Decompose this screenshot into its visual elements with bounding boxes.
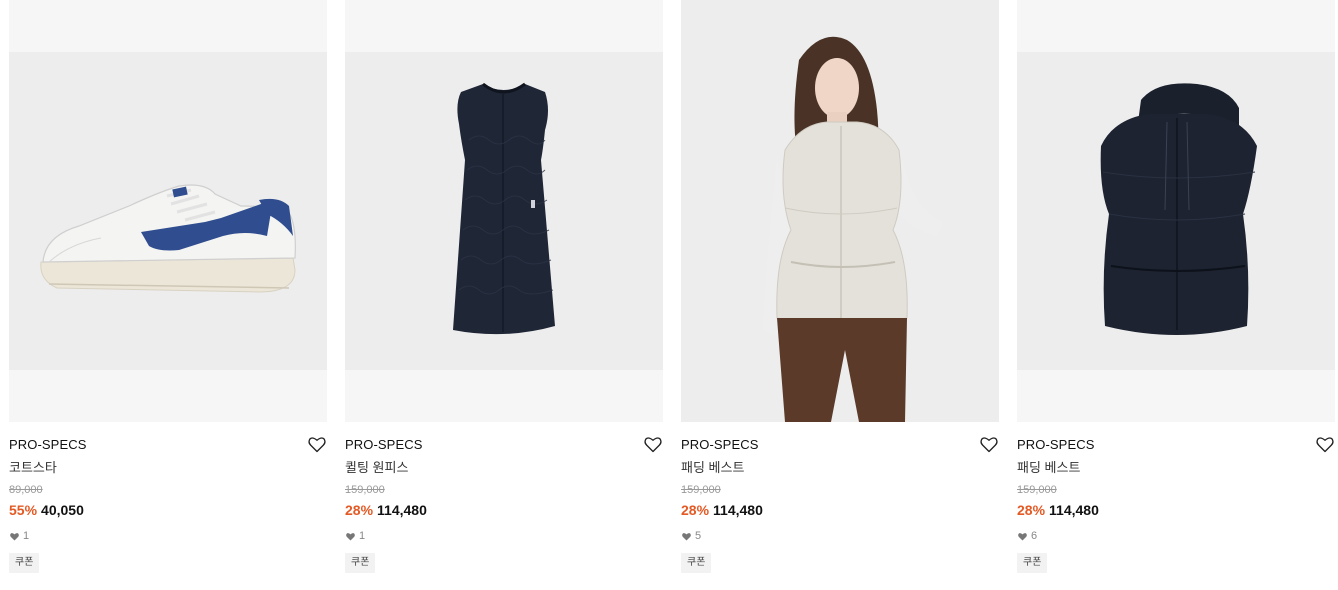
product-card[interactable]: PRO-SPECS 패딩 베스트 159,000 28% 114,480 5 쿠폰 [681, 0, 999, 573]
coupon-badge: 쿠폰 [681, 553, 712, 573]
like-count-value: 1 [23, 530, 30, 542]
product-name[interactable]: 코트스타 [9, 459, 327, 477]
product-card[interactable]: PRO-SPECS 패딩 베스트 159,000 28% 114,480 6 쿠폰 [1017, 0, 1335, 573]
filled-heart-icon [1018, 533, 1027, 541]
like-count: 6 [1017, 529, 1335, 543]
discount-rate: 28% [681, 502, 710, 518]
discount-rate: 28% [345, 502, 374, 518]
original-price: 159,000 [1017, 484, 1057, 496]
model-vest-image [763, 36, 943, 422]
original-price: 89,000 [9, 484, 43, 496]
like-count: 1 [345, 529, 663, 543]
price-line: 28% 114,480 [1017, 501, 1335, 519]
sale-price: 114,480 [377, 502, 427, 518]
discount-rate: 28% [1017, 502, 1046, 518]
like-count-value: 5 [695, 530, 702, 542]
wishlist-heart-icon[interactable] [307, 434, 327, 454]
filled-heart-icon [682, 533, 691, 541]
product-brand: PRO-SPECS [9, 437, 87, 452]
wishlist-heart-icon[interactable] [643, 434, 663, 454]
product-image-quilted-dress[interactable] [345, 0, 663, 422]
filled-heart-icon [346, 533, 355, 541]
product-grid: PRO-SPECS 코트스타 89,000 55% 40,050 1 쿠폰 PR… [0, 0, 1338, 573]
wishlist-heart-icon[interactable] [979, 434, 999, 454]
discount-rate: 55% [9, 502, 38, 518]
like-count: 5 [681, 529, 999, 543]
product-name[interactable]: 패딩 베스트 [681, 459, 999, 477]
sale-price: 114,480 [713, 502, 763, 518]
product-image-sneaker[interactable] [9, 0, 327, 422]
quilted-dress-image [453, 82, 555, 335]
price-line: 28% 114,480 [681, 501, 999, 519]
product-card[interactable]: PRO-SPECS 코트스타 89,000 55% 40,050 1 쿠폰 [9, 0, 327, 573]
product-name[interactable]: 퀼팅 원피스 [345, 459, 663, 477]
product-name[interactable]: 패딩 베스트 [1017, 459, 1335, 477]
product-image-model-padded-vest[interactable] [681, 0, 999, 422]
product-brand: PRO-SPECS [681, 437, 759, 452]
price-line: 28% 114,480 [345, 501, 663, 519]
coupon-badge: 쿠폰 [9, 553, 40, 573]
price-line: 55% 40,050 [9, 501, 327, 519]
original-price: 159,000 [681, 484, 721, 496]
product-card[interactable]: PRO-SPECS 퀼팅 원피스 159,000 28% 114,480 1 쿠폰 [345, 0, 663, 573]
sneaker-image [40, 184, 296, 293]
original-price: 159,000 [345, 484, 385, 496]
hooded-vest-image [1100, 83, 1257, 335]
wishlist-heart-icon[interactable] [1315, 434, 1335, 454]
sale-price: 114,480 [1049, 502, 1099, 518]
filled-heart-icon [10, 533, 19, 541]
like-count-value: 6 [1031, 530, 1038, 542]
like-count: 1 [9, 529, 327, 543]
like-count-value: 1 [359, 530, 366, 542]
coupon-badge: 쿠폰 [345, 553, 376, 573]
product-brand: PRO-SPECS [1017, 437, 1095, 452]
coupon-badge: 쿠폰 [1017, 553, 1048, 573]
sale-price: 40,050 [41, 502, 84, 518]
product-image-hooded-padded-vest[interactable] [1017, 0, 1335, 422]
product-brand: PRO-SPECS [345, 437, 423, 452]
